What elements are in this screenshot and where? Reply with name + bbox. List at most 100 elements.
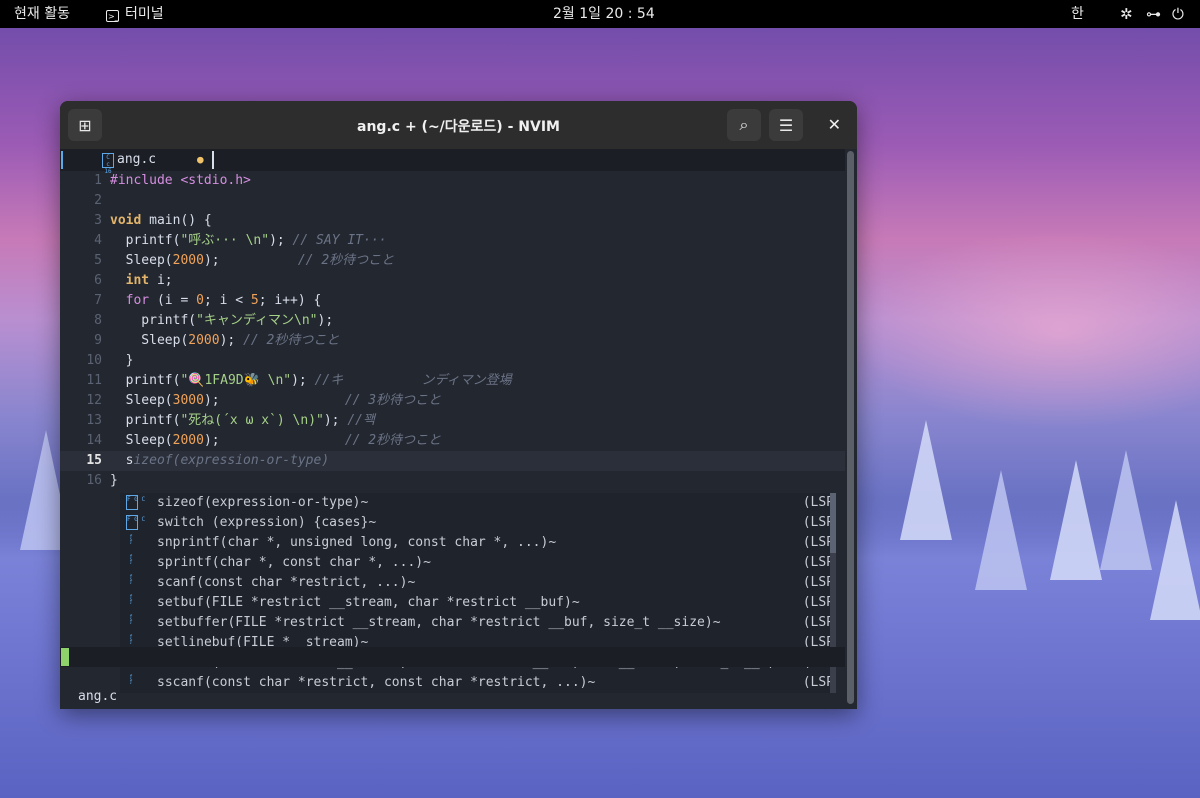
code-line[interactable]: 12 Sleep(3000); // 3秒待つこと bbox=[60, 391, 845, 411]
comment: //꽥 bbox=[339, 413, 375, 428]
comment: // 2秒待つこと bbox=[235, 333, 340, 348]
keyword: int bbox=[110, 273, 150, 288]
code-line[interactable]: 10 } bbox=[60, 351, 845, 371]
code-area[interactable]: 1 #include <stdio.h> 2 3 void main() { 4 p… bbox=[60, 171, 845, 693]
c-file-icon: C c 16 bbox=[102, 153, 114, 175]
code-line[interactable]: 8 printf("キャンディマン\n"); bbox=[60, 311, 845, 331]
line-number: 11 bbox=[86, 373, 102, 388]
number-literal: 5 bbox=[250, 293, 259, 308]
code-line[interactable]: 4 printf("呼ぶ··· \n"); // SAY IT··· bbox=[60, 231, 845, 251]
statusline: ang.c bbox=[60, 647, 845, 704]
terminal-scrollbar[interactable] bbox=[847, 151, 854, 704]
function-icon: ƒƒ bbox=[129, 594, 133, 605]
number-literal: 2000 bbox=[172, 433, 204, 448]
line-number: 3 bbox=[94, 213, 102, 228]
comment: // 2秒待つこと bbox=[219, 433, 442, 448]
function-call: Sleep( bbox=[110, 253, 173, 268]
code-text: (i = bbox=[149, 293, 197, 308]
code-line[interactable]: 2 bbox=[60, 191, 845, 211]
typed-text: s bbox=[110, 453, 134, 468]
search-button[interactable]: ⌕ bbox=[727, 109, 761, 141]
neovim-editor[interactable]: C c 16 ang.c ● 1 #include <stdio.h> 2 3 vo… bbox=[60, 149, 857, 709]
code-text: ); bbox=[291, 373, 307, 388]
comment: // 3秒待つこと bbox=[219, 393, 442, 408]
completion-label: sizeof(expression-or-type)~ bbox=[157, 495, 369, 510]
code-line[interactable]: 5 Sleep(2000); // 2秒待つこと bbox=[60, 251, 845, 271]
close-button[interactable]: ✕ bbox=[828, 115, 841, 134]
terminal-icon: >_ bbox=[106, 10, 119, 22]
ghost-text-suggestion: izeof(expression-or-type) bbox=[133, 453, 330, 468]
completion-item[interactable]: F G Csizeof(expression-or-type)~ (LSP bbox=[120, 493, 836, 513]
power-icon[interactable]: ⏻ bbox=[1172, 4, 1184, 24]
menu-button[interactable]: ☰ bbox=[769, 109, 803, 141]
comment: //キ ンディマン登場 bbox=[306, 373, 512, 388]
line-number: 1 bbox=[94, 173, 102, 188]
current-code-line[interactable]: 15 sizeof(expression-or-type) bbox=[60, 451, 845, 471]
function-call: printf( bbox=[110, 373, 181, 388]
line-number: 7 bbox=[94, 293, 102, 308]
snippet-icon: F G C bbox=[126, 515, 145, 530]
completion-item[interactable]: F G Cswitch (expression) {cases}~ (LSP bbox=[120, 513, 836, 533]
number-literal: 2000 bbox=[172, 253, 204, 268]
line-number: 4 bbox=[94, 233, 102, 248]
code-line[interactable]: 6 int i; bbox=[60, 271, 845, 291]
completion-item[interactable]: ƒƒ snprintf(char *, unsigned long, const … bbox=[120, 533, 836, 553]
code-line[interactable]: 7 for (i = 0; i < 5; i++) { bbox=[60, 291, 845, 311]
app-name: 터미널 bbox=[125, 6, 164, 22]
completion-scrollbar-thumb[interactable] bbox=[830, 493, 836, 553]
function-icon: ƒƒ bbox=[129, 534, 133, 545]
completion-item[interactable]: ƒƒ setbuf(FILE *restrict __stream, char *… bbox=[120, 593, 836, 613]
line-number: 14 bbox=[86, 433, 102, 448]
string-literal: "呼ぶ··· \n" bbox=[180, 233, 270, 248]
snowy-tree bbox=[900, 420, 952, 540]
completion-item[interactable]: ƒƒ sscanf(const char *restrict, const cha… bbox=[120, 673, 836, 693]
code-text: } bbox=[110, 473, 118, 488]
string-literal: "🍭1FA9D🐝 \n" bbox=[180, 373, 292, 388]
accessibility-icon[interactable]: ✲ bbox=[1120, 4, 1133, 24]
function-icon: ƒƒ bbox=[129, 674, 133, 685]
completion-item[interactable]: ƒƒ sprintf(char *, const char *, ...)~ (LS… bbox=[120, 553, 836, 573]
function-call: Sleep( bbox=[110, 393, 173, 408]
title-bar[interactable]: ⊞ ang.c + (~/다운로드) - NVIM ⌕ ☰ ✕ bbox=[60, 101, 857, 149]
sky-glow bbox=[850, 230, 1200, 430]
code-text: #include <stdio.h> bbox=[110, 173, 251, 188]
function-call: printf( bbox=[110, 313, 197, 328]
code-line[interactable]: 13 printf("死ね(´x ω x`) \n)"); //꽥 bbox=[60, 411, 845, 431]
line-number: 2 bbox=[94, 193, 102, 208]
input-method-indicator[interactable]: 한 bbox=[1071, 5, 1084, 23]
completion-item[interactable]: ƒƒ scanf(const char *restrict, ...)~ (LSP bbox=[120, 573, 836, 593]
activities-button[interactable]: 현재 활동 bbox=[14, 5, 70, 23]
code-line[interactable]: 16} bbox=[60, 471, 845, 491]
completion-label: snprintf(char *, unsigned long, const ch… bbox=[157, 535, 557, 550]
completion-label: scanf(const char *restrict, ...)~ bbox=[157, 575, 416, 590]
code-text: ); bbox=[219, 333, 236, 348]
terminal-window: ⊞ ang.c + (~/다운로드) - NVIM ⌕ ☰ ✕ C c 16 a… bbox=[60, 101, 857, 709]
code-line[interactable]: 14 Sleep(2000); // 2秒待つこと bbox=[60, 431, 845, 451]
line-number: 13 bbox=[86, 413, 102, 428]
line-number: 12 bbox=[86, 393, 102, 408]
tab-accent-bar bbox=[61, 151, 63, 169]
code-line[interactable]: 3 void main() { bbox=[60, 211, 845, 231]
snippet-icon: F G C bbox=[126, 495, 145, 510]
app-menu[interactable]: >_ 터미널 bbox=[106, 5, 164, 23]
code-line[interactable]: 1 #include <stdio.h> bbox=[60, 171, 845, 191]
network-icon[interactable]: ⊶ bbox=[1146, 4, 1161, 24]
comment: // 2秒待つこと bbox=[219, 253, 395, 268]
code-text: } bbox=[110, 353, 134, 368]
function-call: Sleep( bbox=[110, 433, 173, 448]
function-call: printf( bbox=[110, 233, 181, 248]
mode-indicator bbox=[61, 648, 69, 666]
clock[interactable]: 2월 1일 20 : 54 bbox=[553, 5, 655, 23]
number-literal: 3000 bbox=[172, 393, 204, 408]
snowy-tree bbox=[1100, 450, 1152, 570]
completion-label: switch (expression) {cases}~ bbox=[157, 515, 377, 530]
code-line[interactable]: 9 Sleep(2000); // 2秒待つこと bbox=[60, 331, 845, 351]
top-bar: 현재 활동 >_ 터미널 2월 1일 20 : 54 한 ✲ ⊶ ⏻ bbox=[0, 0, 1200, 28]
code-line[interactable]: 11 printf("🍭1FA9D🐝 \n"); //キ ンディマン登場 bbox=[60, 371, 845, 391]
line-number: 10 bbox=[86, 353, 102, 368]
code-text: ); bbox=[269, 233, 285, 248]
completion-item[interactable]: ƒƒ setbuffer(FILE *restrict __stream, cha… bbox=[120, 613, 836, 633]
number-literal: 0 bbox=[196, 293, 204, 308]
comment: // SAY IT··· bbox=[284, 233, 387, 248]
buffer-tab[interactable]: ang.c bbox=[117, 152, 156, 167]
